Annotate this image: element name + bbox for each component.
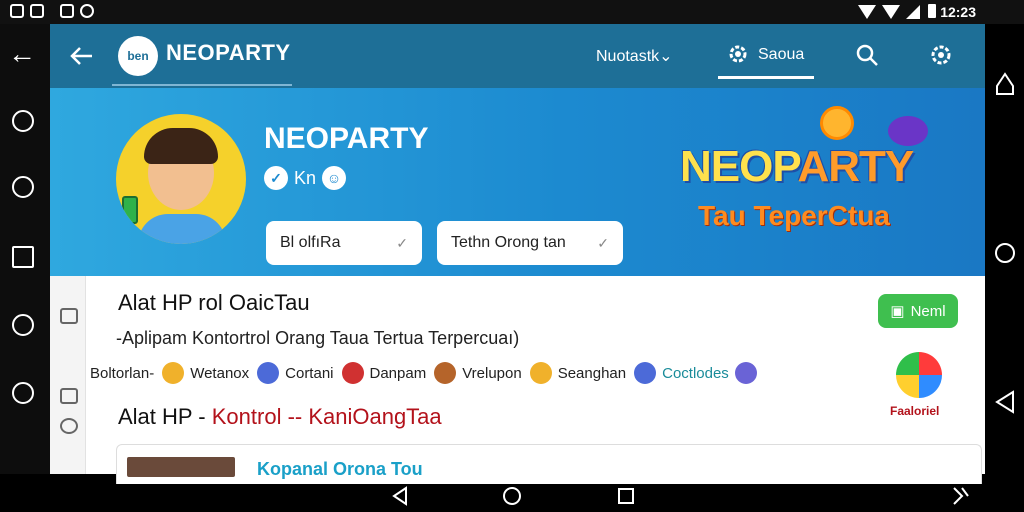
heading-2: Alat HP - Kontrol -- KaniOangTaa <box>118 404 442 430</box>
wifi-icon <box>858 5 876 19</box>
logo-wordmark-part-1: NEOP <box>680 142 798 191</box>
heading-2-prefix: Alat HP - <box>118 404 212 429</box>
help-icon[interactable] <box>12 314 34 336</box>
compass-icon[interactable] <box>12 176 34 198</box>
check-icon: ✓ <box>264 166 288 190</box>
chip[interactable]: Boltorlan- <box>90 365 154 382</box>
content-area: Alat HP rol OaicTau -Aplipam Kontortrol … <box>50 276 985 484</box>
chip-label: Coctlodes <box>662 364 729 382</box>
logo-wordmark: NEOPARTY <box>680 142 914 192</box>
card-thumbnail <box>127 457 235 477</box>
back-icon[interactable] <box>995 390 1014 414</box>
battery-icon <box>928 4 936 18</box>
chip-icon <box>341 362 364 384</box>
hero-title: NEOPARTY <box>264 122 429 155</box>
chip-label: Danpam <box>369 364 427 382</box>
chip-label: Boltorlan- <box>90 364 155 382</box>
group-icon[interactable] <box>60 418 78 434</box>
chip-icon <box>257 362 280 384</box>
document-icon[interactable] <box>60 388 78 404</box>
title-divider <box>112 84 292 86</box>
logo-wordmark-part-2: ARTY <box>797 142 914 191</box>
subtitle: -Aplipam Kontortrol Orang Taua Tertua Te… <box>116 328 520 348</box>
back-arrow-icon[interactable]: ← <box>8 40 36 68</box>
article-card[interactable]: Kopanal Orona Tou <box>116 444 982 484</box>
home-icon[interactable] <box>996 72 1014 95</box>
gear-icon <box>729 45 747 63</box>
brand-logo: NEOPARTY Tau TeperCtua <box>680 102 960 262</box>
new-badge-label: Neml <box>910 302 946 320</box>
home-icon[interactable] <box>12 382 34 404</box>
app-title: NEOPARTY <box>166 40 291 65</box>
new-icon: ▣ <box>890 303 905 320</box>
pill-label: Bl olfıRa <box>280 234 341 251</box>
sun-mascot-icon <box>820 106 854 140</box>
back-icon[interactable] <box>392 486 407 506</box>
filter-pill-1[interactable]: Bl olfıRa ✓ <box>266 221 422 265</box>
filter-pill-2[interactable]: Tethn Orong tan ✓ <box>437 221 623 265</box>
badge-text: Kn <box>294 167 317 188</box>
home-icon[interactable] <box>60 308 78 324</box>
tab-notifications[interactable]: Nuotastk⌄ <box>596 46 673 66</box>
chip-icon <box>162 362 185 384</box>
clock-icon <box>80 4 94 18</box>
home-icon[interactable] <box>503 487 521 505</box>
alarm-icon <box>60 4 74 18</box>
chip-label: Wetanox <box>190 364 250 382</box>
wifi-icon <box>882 5 900 19</box>
logo-tagline: Tau TeperCtua <box>698 200 890 231</box>
chip[interactable]: Seanghan <box>529 362 627 384</box>
recent-apps-icon[interactable] <box>618 488 634 504</box>
tab-settings[interactable]: Saoua <box>758 46 804 64</box>
status-time: 12:23 <box>940 4 976 20</box>
status-bar: 12:23 <box>0 0 1024 24</box>
back-arrow-icon[interactable] <box>68 44 94 68</box>
chip-label: Cortani <box>285 364 334 382</box>
avatar <box>116 114 246 244</box>
notification-icon <box>10 4 24 18</box>
grid-icon <box>734 362 757 384</box>
chevron-check-icon: ✓ <box>396 234 408 251</box>
chip[interactable]: Cortani <box>257 362 334 384</box>
chip[interactable]: Danpam <box>341 362 427 384</box>
notification-icon <box>30 4 44 18</box>
color-wheel-icon <box>896 352 942 398</box>
phone-icon <box>122 196 138 224</box>
new-badge[interactable]: ▣ Neml <box>878 294 958 328</box>
chip-label: Seanghan <box>557 364 627 382</box>
chip-label: Vrelupon <box>462 364 522 382</box>
chip-icon <box>529 362 552 384</box>
left-system-nav: ← <box>0 24 50 474</box>
chip[interactable]: Wetanox <box>162 362 249 384</box>
history-icon[interactable] <box>12 110 34 132</box>
chip-icon <box>434 362 457 384</box>
chevron-check-icon: ✓ <box>597 234 609 251</box>
smile-icon: ☺ <box>322 166 347 190</box>
card-title: Kopanal Orona Tou <box>257 459 423 479</box>
heading-1: Alat HP rol OaicTau <box>118 290 310 315</box>
home-circle-icon[interactable] <box>995 243 1015 263</box>
chip[interactable]: Vrelupon <box>434 362 522 384</box>
partner-logo-caption: Faaloriel <box>890 404 940 418</box>
app-bar: ben NEOPARTY Nuotastk⌄ Saoua <box>50 24 985 88</box>
chip[interactable]: Coctlodes <box>634 362 757 384</box>
active-tab-indicator <box>718 76 814 79</box>
partner-logo[interactable]: Faaloriel <box>890 352 970 422</box>
right-nav-icons <box>995 72 1015 414</box>
app-logo: ben <box>118 36 158 76</box>
right-system-nav <box>985 24 1024 474</box>
chip-icon <box>634 362 657 384</box>
category-chips: Boltorlan- Wetanox Cortani Danpam Vrelup… <box>90 362 757 384</box>
verified-row: ✓ Kn ☺ <box>264 166 347 190</box>
side-rail <box>50 276 86 474</box>
signal-icon <box>906 5 920 19</box>
hero-banner: NEOPARTY ✓ Kn ☺ Bl olfıRa ✓ Tethn Orong … <box>50 88 985 276</box>
rotate-icon[interactable] <box>953 487 969 505</box>
search-icon[interactable] <box>854 42 880 68</box>
recent-apps-icon[interactable] <box>12 246 34 268</box>
heading-2-highlight: Kontrol -- KaniOangTaa <box>211 404 442 429</box>
pill-label: Tethn Orong tan <box>451 234 566 251</box>
settings-gear-icon[interactable] <box>928 42 954 68</box>
